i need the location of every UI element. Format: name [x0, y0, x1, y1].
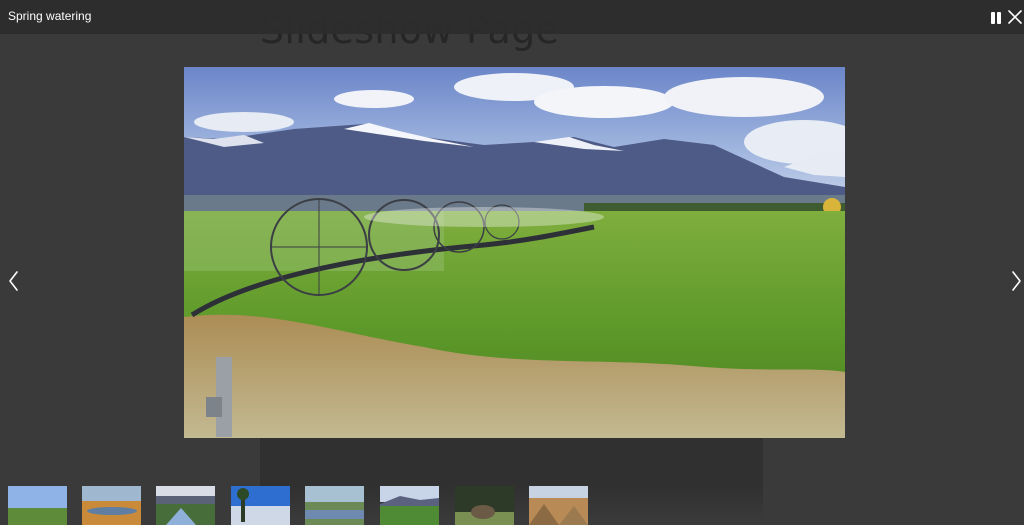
slide-image — [184, 67, 845, 438]
thumbnail[interactable] — [305, 486, 364, 525]
thumbnail[interactable] — [380, 486, 439, 525]
chevron-left-icon — [9, 271, 18, 291]
thumbnail[interactable] — [231, 486, 290, 525]
previous-slide-button[interactable] — [4, 268, 24, 294]
viewer-toolbar: Spring watering — [0, 0, 1024, 34]
thumbnail[interactable] — [8, 486, 67, 525]
pause-icon — [991, 12, 995, 24]
slide-caption: Spring watering — [8, 9, 92, 23]
close-button[interactable] — [1007, 9, 1023, 25]
close-icon — [1008, 10, 1022, 24]
thumbnail-strip — [0, 486, 600, 525]
next-slide-button[interactable] — [1006, 268, 1024, 294]
thumbnail[interactable] — [455, 486, 514, 525]
thumbnail[interactable] — [156, 486, 215, 525]
chevron-right-icon — [1012, 271, 1021, 291]
thumbnail[interactable] — [82, 486, 141, 525]
thumbnail[interactable] — [529, 486, 588, 525]
pause-button[interactable] — [988, 10, 1004, 26]
